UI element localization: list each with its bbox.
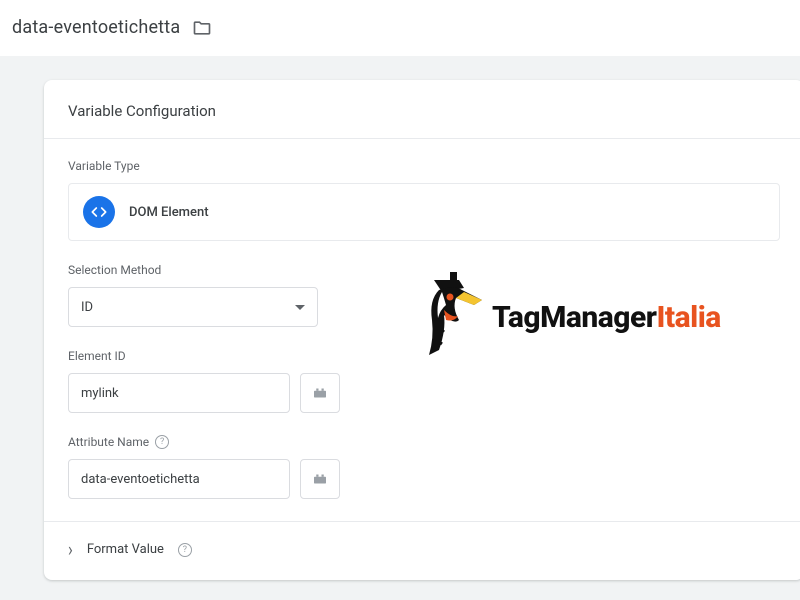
brand-text: TagManagerItalia <box>492 300 721 335</box>
attribute-name-label: Attribute Name ? <box>68 435 780 449</box>
top-bar: data-eventoetichetta <box>0 0 800 56</box>
variable-picker-button[interactable] <box>300 459 340 499</box>
selection-method-value: ID <box>81 300 93 315</box>
attribute-name-input[interactable] <box>68 459 290 499</box>
page-title: data-eventoetichetta <box>12 17 180 38</box>
format-value-label: Format Value <box>87 542 164 557</box>
canvas: Variable Configuration Variable Type DOM… <box>0 56 800 580</box>
format-value-toggle[interactable]: › Format Value ? <box>68 522 780 577</box>
brick-icon <box>311 470 329 488</box>
element-id-input[interactable] <box>68 373 290 413</box>
help-icon[interactable]: ? <box>178 543 192 557</box>
folder-icon[interactable] <box>192 18 212 38</box>
variable-type-name: DOM Element <box>129 205 209 220</box>
selection-method-select[interactable]: ID <box>68 287 318 327</box>
element-id-row <box>68 373 780 413</box>
help-icon[interactable]: ? <box>155 435 169 449</box>
variable-type-label: Variable Type <box>68 159 780 173</box>
chevron-down-icon <box>295 305 305 310</box>
config-card: Variable Configuration Variable Type DOM… <box>44 80 800 580</box>
brick-icon <box>311 384 329 402</box>
code-icon <box>83 196 115 228</box>
variable-picker-button[interactable] <box>300 373 340 413</box>
variable-type-selector[interactable]: DOM Element <box>68 183 780 241</box>
card-heading: Variable Configuration <box>44 80 800 139</box>
chevron-right-icon: › <box>68 538 73 561</box>
attribute-name-row <box>68 459 780 499</box>
brand-watermark: TagManagerItalia <box>414 270 721 365</box>
woodpecker-icon <box>414 270 484 365</box>
